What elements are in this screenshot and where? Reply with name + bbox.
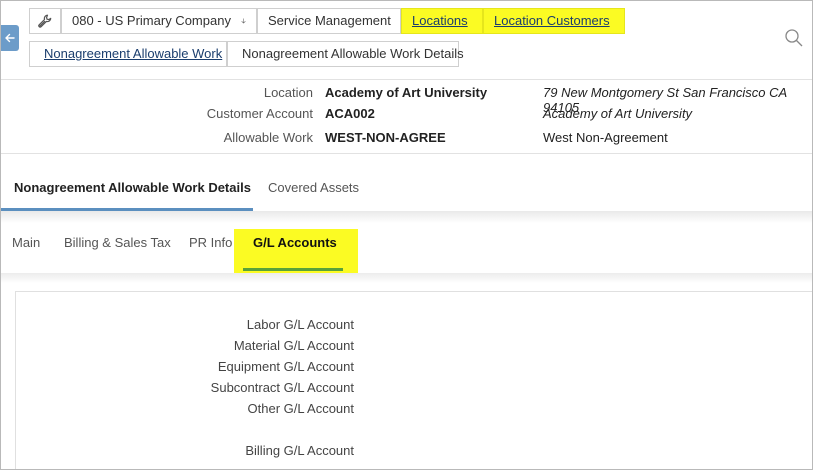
breadcrumb-company[interactable]: 080 - US Primary Company bbox=[61, 8, 257, 34]
allowable-work-value: WEST-NON-AGREE bbox=[325, 130, 446, 145]
material-gl-label: Material G/L Account bbox=[233, 338, 354, 353]
tab-main[interactable]: Main bbox=[12, 235, 40, 250]
active-subtab-indicator bbox=[243, 268, 343, 271]
search-button[interactable] bbox=[784, 28, 804, 48]
billing-gl-label: Billing G/L Account bbox=[245, 443, 354, 458]
breadcrumb-nonagreement-work[interactable]: Nonagreement Allowable Work bbox=[29, 41, 227, 67]
nonagreement-work-details-label: Nonagreement Allowable Work Details bbox=[242, 46, 464, 61]
subcontract-gl-label: Subcontract G/L Account bbox=[210, 380, 354, 395]
breadcrumb-row-2: Nonagreement Allowable Work Nonagreement… bbox=[29, 41, 464, 67]
breadcrumb: 080 - US Primary Company Service Managem… bbox=[29, 8, 625, 34]
divider bbox=[1, 79, 812, 80]
location-value: Academy of Art University bbox=[325, 85, 488, 100]
section-separator bbox=[1, 211, 812, 223]
arrow-left-icon bbox=[5, 33, 15, 43]
breadcrumb-nonagreement-work-details: Nonagreement Allowable Work Details bbox=[227, 41, 464, 67]
location-customers-label: Location Customers bbox=[494, 13, 610, 28]
equipment-gl-label: Equipment G/L Account bbox=[217, 359, 354, 374]
breadcrumb-locations[interactable]: Locations bbox=[401, 8, 483, 34]
breadcrumb-home[interactable] bbox=[29, 8, 61, 34]
nonagreement-work-label: Nonagreement Allowable Work bbox=[44, 46, 223, 61]
app-window: 080 - US Primary Company Service Managem… bbox=[0, 0, 813, 470]
breadcrumb-location-customers[interactable]: Location Customers bbox=[483, 8, 625, 34]
location-label: Location bbox=[263, 85, 313, 100]
customer-name: Academy of Art University bbox=[543, 106, 693, 121]
labor-gl-label: Labor G/L Account bbox=[246, 317, 354, 332]
tab-nonagreement-work-details[interactable]: Nonagreement Allowable Work Details bbox=[14, 169, 251, 211]
locations-label: Locations bbox=[412, 13, 468, 28]
wrench-icon bbox=[38, 14, 52, 28]
section-separator bbox=[1, 273, 812, 283]
tab-billing-sales-tax[interactable]: Billing & Sales Tax bbox=[64, 235, 171, 250]
other-gl-label: Other G/L Account bbox=[247, 401, 354, 416]
primary-tabs: Nonagreement Allowable Work Details Cove… bbox=[1, 169, 812, 211]
arrow-down-icon bbox=[241, 18, 246, 24]
allowable-work-label: Allowable Work bbox=[223, 130, 313, 145]
divider bbox=[1, 153, 812, 154]
search-icon bbox=[785, 29, 803, 47]
breadcrumb-service-management[interactable]: Service Management bbox=[257, 8, 401, 34]
service-management-label: Service Management bbox=[268, 13, 391, 28]
gl-accounts-panel: Labor G/L Account Material G/L Account E… bbox=[15, 291, 812, 469]
back-button[interactable] bbox=[1, 25, 19, 51]
tab-pr-info[interactable]: PR Info bbox=[189, 235, 232, 250]
tab-covered-assets[interactable]: Covered Assets bbox=[268, 169, 359, 211]
tab-gl-accounts[interactable]: G/L Accounts bbox=[253, 235, 337, 250]
allowable-work-description: West Non-Agreement bbox=[543, 130, 668, 145]
customer-account-value: ACA002 bbox=[325, 106, 375, 121]
customer-account-label: Customer Account bbox=[206, 106, 313, 121]
company-label: 080 - US Primary Company bbox=[72, 13, 231, 28]
